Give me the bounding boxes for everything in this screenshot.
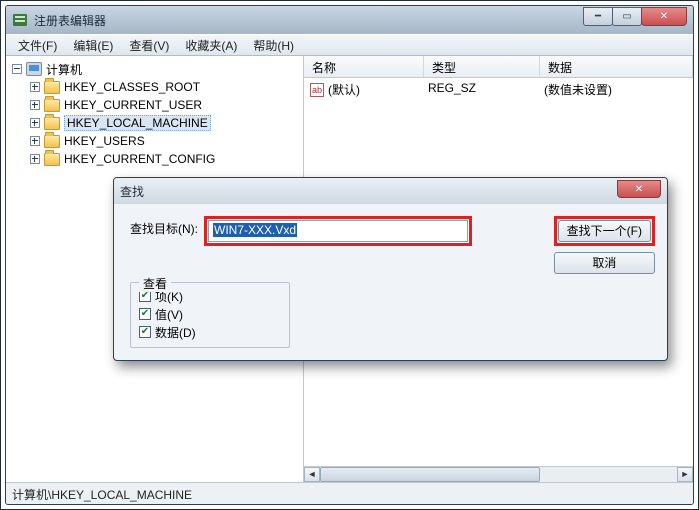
checkbox-wholeword[interactable]: 全字匹配(W) bbox=[130, 358, 655, 361]
col-name[interactable]: 名称 bbox=[304, 56, 424, 77]
find-dialog: 查找 ✕ 查找目标(N): WIN7-XXX.Vxd 查找下一个(F) 取消 bbox=[113, 177, 668, 361]
dialog-title: 查找 bbox=[120, 183, 661, 200]
folder-icon bbox=[44, 99, 60, 112]
checkbox-label: 数据(D) bbox=[155, 324, 196, 341]
horizontal-scrollbar[interactable]: ◄ ► bbox=[304, 466, 693, 482]
find-input[interactable]: WIN7-XXX.Vxd bbox=[208, 220, 468, 242]
tree-item[interactable]: HKEY_CURRENT_CONFIG bbox=[10, 150, 303, 168]
scroll-thumb[interactable] bbox=[320, 467, 540, 482]
checkbox-icon: ✔ bbox=[139, 308, 151, 320]
folder-icon bbox=[44, 117, 60, 130]
tree-label: HKEY_LOCAL_MACHINE bbox=[64, 115, 211, 131]
checkbox-values[interactable]: ✔ 值(V) bbox=[139, 305, 281, 323]
expander-icon[interactable] bbox=[30, 136, 40, 146]
col-data[interactable]: 数据 bbox=[540, 56, 693, 77]
checkbox-icon: ✔ bbox=[139, 326, 151, 338]
menu-favorites[interactable]: 收藏夹(A) bbox=[177, 35, 245, 56]
lookat-group: 查看 ✔ 项(K) ✔ 值(V) ✔ 数据(D) bbox=[130, 282, 290, 348]
folder-icon bbox=[44, 135, 60, 148]
checkbox-data[interactable]: ✔ 数据(D) bbox=[139, 323, 281, 341]
menu-view[interactable]: 查看(V) bbox=[121, 35, 177, 56]
folder-icon bbox=[44, 81, 60, 94]
menu-file[interactable]: 文件(F) bbox=[10, 35, 65, 56]
scroll-right-icon[interactable]: ► bbox=[677, 467, 693, 482]
tree-label: HKEY_CURRENT_CONFIG bbox=[64, 152, 215, 166]
expander-icon[interactable] bbox=[30, 100, 40, 110]
cell-type: REG_SZ bbox=[424, 81, 540, 98]
col-type[interactable]: 类型 bbox=[424, 56, 540, 77]
find-label: 查找目标(N): bbox=[130, 216, 198, 237]
maximize-button[interactable]: ▭ bbox=[612, 7, 642, 26]
highlight-findnext: 查找下一个(F) bbox=[554, 216, 655, 246]
menu-help[interactable]: 帮助(H) bbox=[245, 35, 302, 56]
status-text: 计算机\HKEY_LOCAL_MACHINE bbox=[12, 488, 192, 502]
tree-label: HKEY_CURRENT_USER bbox=[64, 98, 202, 112]
expander-icon[interactable] bbox=[30, 154, 40, 164]
tree-label: HKEY_CLASSES_ROOT bbox=[64, 80, 200, 94]
computer-icon bbox=[26, 62, 42, 76]
list-header: 名称 类型 数据 bbox=[304, 56, 693, 78]
checkbox-label: 值(V) bbox=[155, 306, 183, 323]
expander-icon[interactable] bbox=[30, 118, 40, 128]
expander-icon[interactable] bbox=[30, 82, 40, 92]
tree-item[interactable]: HKEY_CURRENT_USER bbox=[10, 96, 303, 114]
dialog-titlebar: 查找 ✕ bbox=[114, 178, 667, 204]
dialog-close-button[interactable]: ✕ bbox=[617, 180, 661, 198]
find-next-button[interactable]: 查找下一个(F) bbox=[558, 220, 651, 242]
group-legend: 查看 bbox=[139, 275, 171, 292]
tree-item[interactable]: HKEY_USERS bbox=[10, 132, 303, 150]
find-input-value: WIN7-XXX.Vxd bbox=[213, 223, 297, 237]
cell-name: (默认) bbox=[328, 81, 360, 98]
tree-label: 计算机 bbox=[46, 61, 82, 78]
menu-edit[interactable]: 编辑(E) bbox=[65, 35, 121, 56]
checkbox-label: 全字匹配(W) bbox=[146, 359, 213, 362]
folder-icon bbox=[44, 153, 60, 166]
string-value-icon: ab bbox=[310, 83, 324, 97]
highlight-input: WIN7-XXX.Vxd bbox=[204, 216, 472, 246]
minimize-button[interactable]: ━ bbox=[583, 7, 613, 26]
regedit-icon bbox=[12, 12, 28, 28]
menubar: 文件(F) 编辑(E) 查看(V) 收藏夹(A) 帮助(H) bbox=[6, 34, 693, 56]
titlebar: 注册表编辑器 ━ ▭ ✕ bbox=[6, 6, 693, 34]
tree-root[interactable]: 计算机 bbox=[10, 60, 303, 78]
list-row[interactable]: ab (默认) REG_SZ (数值未设置) bbox=[304, 78, 693, 101]
tree-item-selected[interactable]: HKEY_LOCAL_MACHINE bbox=[10, 114, 303, 132]
scroll-left-icon[interactable]: ◄ bbox=[304, 467, 320, 482]
cancel-button[interactable]: 取消 bbox=[554, 252, 655, 274]
window-buttons: ━ ▭ ✕ bbox=[584, 7, 687, 26]
tree-label: HKEY_USERS bbox=[64, 134, 145, 148]
close-button[interactable]: ✕ bbox=[641, 7, 687, 26]
cell-data: (数值未设置) bbox=[540, 81, 693, 98]
expander-icon[interactable] bbox=[12, 64, 22, 74]
statusbar: 计算机\HKEY_LOCAL_MACHINE bbox=[6, 482, 693, 504]
tree-item[interactable]: HKEY_CLASSES_ROOT bbox=[10, 78, 303, 96]
